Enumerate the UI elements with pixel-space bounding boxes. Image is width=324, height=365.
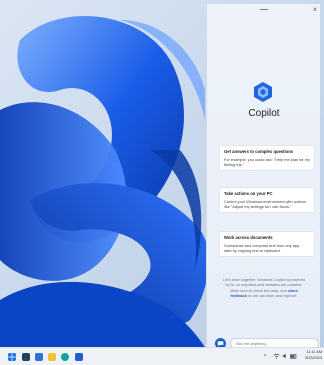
panel-title-bar: × (207, 4, 321, 18)
teams-icon[interactable] (75, 353, 83, 361)
card-body: For example, you could ask: "Help me pla… (224, 157, 310, 168)
taskbar-clock[interactable]: 11:11 AM 5/23/2023 (300, 350, 322, 361)
folder-icon[interactable] (48, 353, 56, 361)
ai-disclaimer: Let's learn together. Windows Copilot is… (223, 278, 305, 300)
chat-bubble-icon (217, 341, 224, 347)
store-icon[interactable] (35, 353, 43, 361)
taskbar: ^ 11:11 AM 5/23/2023 (0, 347, 324, 365)
card-body: Control your Windows environment with ac… (224, 199, 306, 210)
battery-icon[interactable] (290, 354, 297, 359)
copilot-panel: × Copilot Get answers to complex questio… (206, 4, 321, 349)
file-explorer-icon[interactable] (22, 353, 30, 361)
close-icon[interactable]: × (310, 5, 320, 15)
card-title: Work across documents (224, 235, 273, 240)
card-title: Take actions on your PC (224, 191, 273, 196)
windows-start-icon[interactable] (8, 353, 16, 361)
card-title: Get answers to complex questions (224, 149, 294, 154)
card-complex-questions[interactable]: Get answers to complex questions For exa… (219, 145, 315, 172)
edge-icon[interactable] (61, 353, 69, 361)
clock-date: 5/23/2023 (305, 355, 322, 360)
card-work-across-documents[interactable]: Work across documents Summarize and comp… (219, 231, 315, 258)
copilot-logo-icon (254, 82, 272, 102)
card-actions-on-pc[interactable]: Take actions on your PC Control your Win… (219, 187, 315, 214)
minimize-icon[interactable] (260, 9, 268, 10)
volume-icon[interactable] (282, 353, 288, 359)
wifi-icon[interactable] (273, 353, 280, 359)
disclaimer-suffix: so we can learn and improve. (247, 294, 298, 299)
card-body: Summarize and compose text from any app … (224, 243, 302, 254)
tray-chevron-icon[interactable]: ^ (264, 353, 266, 361)
copilot-title: Copilot (248, 108, 280, 119)
